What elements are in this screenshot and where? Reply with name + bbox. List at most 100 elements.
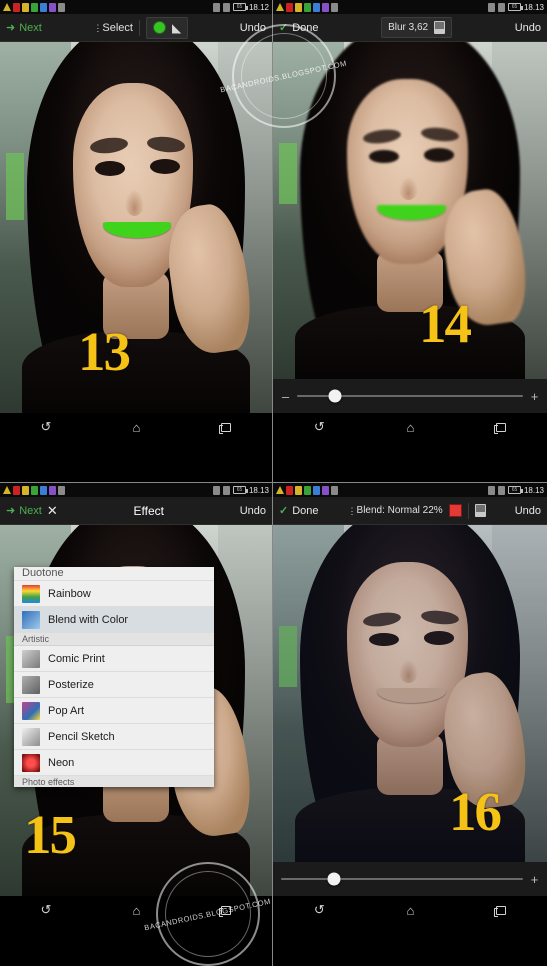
navigation-bar: ↺ ⌂: [0, 413, 272, 441]
list-item-blend-with-color[interactable]: Blend with Color: [14, 607, 214, 633]
app-icon-purple: [49, 2, 56, 12]
back-icon[interactable]: ↺: [41, 902, 52, 918]
select-label[interactable]: Select: [102, 22, 133, 34]
photo-image: [273, 525, 547, 862]
wifi-icon: [487, 2, 495, 12]
back-icon[interactable]: ↺: [314, 419, 325, 435]
neon-thumb-icon: [22, 753, 40, 772]
action-bar-right: Undo: [240, 505, 266, 517]
action-bar-right: Undo: [515, 22, 541, 34]
status-icons-left: [3, 485, 213, 495]
blend-chip-group: ⋮ Blend: Normal 22%: [348, 502, 486, 519]
panel-step-14: 65 18.13 ✓ Done Blur 3,62 Undo 14 – + ↺ …: [273, 0, 547, 483]
action-bar-right: Undo: [515, 505, 541, 517]
brush-options-chip[interactable]: ◣: [145, 16, 189, 39]
step-number: 13: [78, 321, 131, 382]
home-icon[interactable]: ⌂: [133, 420, 141, 435]
signal-icon: [222, 485, 230, 495]
list-item-label: Posterize: [48, 678, 94, 691]
list-item-neon[interactable]: Neon: [14, 750, 214, 776]
done-button[interactable]: ✓ Done: [279, 21, 319, 35]
eye-right: [423, 631, 454, 645]
app-icon-yellow: [295, 485, 302, 495]
home-icon[interactable]: ⌂: [407, 903, 415, 918]
list-item-label: Blend with Color: [48, 613, 129, 626]
action-bar-left: ✓ Done: [279, 504, 319, 518]
divider: [138, 19, 140, 36]
close-icon[interactable]: ✕: [47, 504, 58, 517]
action-bar-left: ✓ Done: [279, 21, 319, 35]
list-section-artistic: Artistic: [14, 633, 214, 646]
plus-icon[interactable]: +: [530, 389, 539, 404]
list-item-label: Rainbow: [48, 587, 91, 600]
face: [346, 562, 468, 748]
list-item-duotone[interactable]: Duotone: [14, 567, 214, 581]
blend-label[interactable]: Blend: Normal 22%: [357, 505, 443, 516]
warning-icon: [276, 486, 284, 494]
overflow-dots-icon[interactable]: ⋮: [348, 506, 357, 515]
status-clock: 18.13: [523, 2, 544, 12]
list-item-rainbow[interactable]: Rainbow: [14, 581, 214, 607]
app-icon-blue: [40, 485, 47, 495]
list-item-pop-art[interactable]: Pop Art: [14, 698, 214, 724]
blur-slider-knob[interactable]: [328, 389, 342, 403]
status-clock: 18.12: [248, 2, 269, 12]
recents-icon[interactable]: [494, 422, 507, 434]
navigation-bar: ↺ ⌂: [273, 413, 547, 441]
posterize-thumb-icon: [22, 675, 40, 694]
action-bar: ➜ Next ⋮ Select ◣ Undo: [0, 14, 272, 42]
next-button[interactable]: ➜ Next: [6, 21, 42, 35]
layer-icon[interactable]: [474, 504, 486, 517]
battery-icon: 65: [507, 3, 523, 11]
action-bar: ✓ Done ⋮ Blend: Normal 22% Undo: [273, 497, 547, 525]
action-bar-left: ➜ Next ✕: [6, 504, 58, 517]
back-icon[interactable]: ↺: [314, 902, 325, 918]
color-swatch-red[interactable]: [448, 504, 462, 517]
plus-icon[interactable]: +: [530, 872, 539, 887]
effect-chip-group: Blur 3,62: [381, 17, 453, 38]
recents-icon[interactable]: [219, 422, 232, 434]
photo-canvas[interactable]: Duotone Rainbow Blend with Color Artisti…: [0, 525, 272, 896]
list-item-pencil-sketch[interactable]: Pencil Sketch: [14, 724, 214, 750]
next-button[interactable]: ➜ Next: [6, 504, 42, 518]
battery-icon: 65: [232, 486, 248, 494]
blur-slider-track[interactable]: [297, 389, 523, 403]
status-icons-right: 65 18.12: [212, 2, 269, 12]
undo-button[interactable]: Undo: [515, 505, 541, 517]
eye-left: [95, 160, 126, 176]
wifi-icon: [212, 485, 220, 495]
photo-canvas[interactable]: 13: [0, 42, 272, 413]
undo-button[interactable]: Undo: [240, 505, 266, 517]
home-icon[interactable]: ⌂: [133, 903, 141, 918]
list-item-posterize[interactable]: Posterize: [14, 672, 214, 698]
effect-list[interactable]: Duotone Rainbow Blend with Color Artisti…: [14, 567, 214, 787]
blend-slider-bar: +: [273, 862, 547, 896]
undo-button[interactable]: Undo: [240, 22, 266, 34]
overflow-dots-icon[interactable]: ⋮: [93, 23, 102, 32]
color-swatch-green[interactable]: [152, 21, 166, 34]
status-icons-right: 65 18.13: [212, 485, 269, 495]
status-clock: 18.13: [523, 485, 544, 495]
layer-icon[interactable]: [434, 21, 446, 34]
eraser-icon[interactable]: ◣: [172, 21, 181, 35]
step-number: 16: [449, 781, 502, 842]
effect-chip[interactable]: Blur 3,62: [381, 17, 453, 38]
status-icons-left: [3, 2, 213, 12]
blend-slider-track[interactable]: [281, 872, 523, 886]
warning-icon: [276, 3, 284, 11]
recents-icon[interactable]: [494, 905, 507, 917]
app-icon-purple: [322, 485, 329, 495]
photo-canvas[interactable]: 14: [273, 42, 547, 379]
list-item-comic-print[interactable]: Comic Print: [14, 646, 214, 672]
back-icon[interactable]: ↺: [41, 419, 52, 435]
list-item-label: Comic Print: [48, 652, 105, 665]
blend-slider-knob[interactable]: [327, 872, 341, 886]
undo-button[interactable]: Undo: [515, 22, 541, 34]
recents-icon[interactable]: [219, 905, 232, 917]
photo-canvas[interactable]: 16: [273, 525, 547, 862]
home-icon[interactable]: ⌂: [407, 420, 415, 435]
minus-icon[interactable]: –: [281, 389, 290, 404]
done-button[interactable]: ✓ Done: [279, 504, 319, 518]
warning-icon: [3, 3, 11, 11]
wifi-icon: [487, 485, 495, 495]
